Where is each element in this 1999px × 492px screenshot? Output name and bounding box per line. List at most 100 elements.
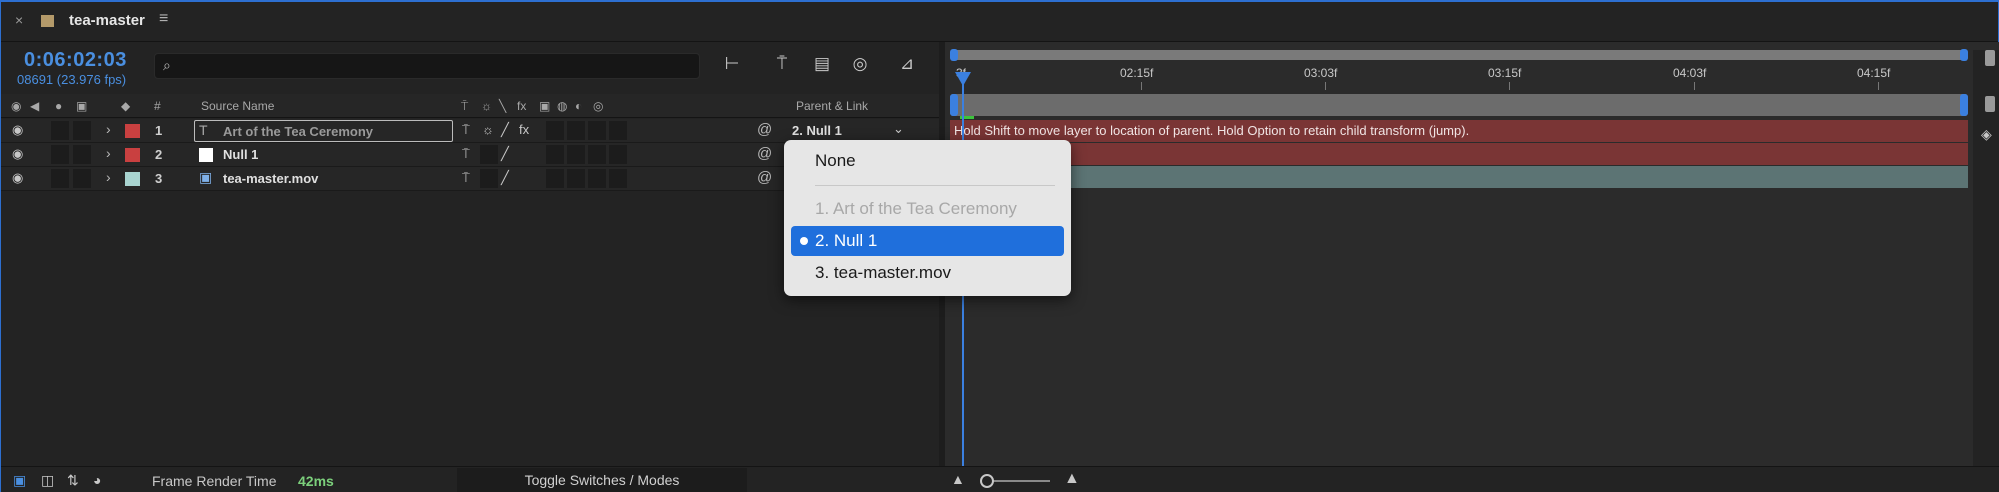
frame-blend-switch[interactable]: [546, 169, 564, 188]
parent-dropdown-value[interactable]: 2. Null 1: [792, 123, 842, 138]
layer-number: 2: [155, 147, 163, 162]
pick-whip-icon[interactable]: @: [757, 145, 772, 162]
quality-switch-icon[interactable]: ╱: [501, 146, 509, 162]
layer-bar[interactable]: [950, 143, 1968, 165]
menu-item-layer-2[interactable]: 2. Null 1: [791, 226, 1064, 256]
switch-header-3d: ◎: [593, 99, 604, 113]
comp-marker-bin-icon[interactable]: [1985, 96, 1995, 112]
twirl-arrow-icon[interactable]: ›: [106, 169, 111, 185]
shy-switch-icon[interactable]: ⍑: [462, 122, 470, 138]
quality-switch-icon[interactable]: ╱: [501, 122, 509, 138]
composition-flowchart-icon[interactable]: ⊢: [719, 54, 745, 76]
layer-name[interactable]: Null 1: [223, 147, 258, 162]
hide-shy-layers-icon[interactable]: ▤: [809, 54, 835, 76]
lock-switch[interactable]: [73, 121, 91, 140]
solo-header-icon[interactable]: ●: [55, 99, 62, 113]
zoom-slider-knob[interactable]: [980, 474, 994, 488]
menu-item-layer-1: 1. Art of the Tea Ceremony: [815, 199, 1017, 218]
shy-switch-icon[interactable]: ⍑: [462, 146, 470, 162]
layer-search-input[interactable]: ⌕: [154, 53, 700, 79]
work-area-start-handle[interactable]: [950, 94, 958, 116]
layer-number-header: #: [154, 99, 161, 113]
audio-switch-header-icon[interactable]: ◀: [30, 99, 39, 113]
frame-blending-icon[interactable]: ◎: [847, 54, 873, 76]
toggle-switches-modes-button[interactable]: Toggle Switches / Modes: [457, 468, 747, 492]
eye-icon[interactable]: ◉: [12, 146, 23, 162]
playhead-icon[interactable]: [955, 72, 971, 86]
in-out-pane-icon[interactable]: ⇅: [67, 472, 79, 489]
collapse-switch[interactable]: [480, 169, 498, 188]
eye-icon[interactable]: ◉: [12, 170, 23, 186]
parent-link-header[interactable]: Parent & Link: [796, 99, 868, 113]
navigator-end-handle[interactable]: [1960, 49, 1968, 61]
frame-blend-switch[interactable]: [546, 121, 564, 140]
layer-name-edit-field[interactable]: T Art of the Tea Ceremony: [194, 120, 453, 142]
layer-label-color[interactable]: [125, 172, 140, 186]
zoom-out-icon[interactable]: ▲: [951, 471, 965, 487]
current-time-display[interactable]: 0:06:02:03: [24, 49, 127, 72]
layer-bar[interactable]: Hold Shift to move layer to location of …: [950, 120, 1968, 142]
zoom-in-icon[interactable]: ▲: [1064, 470, 1080, 488]
switch-header-adjustment: ◐: [575, 99, 583, 113]
eye-icon[interactable]: ◉: [12, 122, 23, 138]
draft-3d-icon[interactable]: ⍑: [769, 54, 795, 76]
layer-name[interactable]: tea-master.mov: [223, 171, 318, 186]
layer-label-color[interactable]: [125, 148, 140, 162]
effects-switch-icon[interactable]: fx: [519, 122, 529, 137]
menu-item-none[interactable]: None: [791, 146, 1064, 176]
time-navigator[interactable]: [950, 49, 1968, 61]
layer-label-color[interactable]: [125, 124, 140, 138]
label-header-icon[interactable]: ◆: [121, 99, 130, 113]
zoom-slider-track[interactable]: [986, 480, 1050, 482]
pick-whip-icon[interactable]: @: [757, 169, 772, 186]
timeline-panel: 3f 02:15f 03:03f 03:15f 04:03f 04:15f Ho…: [939, 42, 1999, 466]
menu-item-layer-3[interactable]: 3. tea-master.mov: [791, 258, 1064, 288]
switch-header-effects: fx: [517, 99, 527, 113]
twirl-arrow-icon[interactable]: ›: [106, 145, 111, 161]
lock-header-icon[interactable]: ▣: [76, 99, 87, 113]
chevron-down-icon[interactable]: ⌄: [893, 121, 904, 137]
text-layer-icon: T: [199, 122, 208, 138]
switch-header-shy: ⍑: [461, 99, 469, 113]
quality-switch-icon[interactable]: ╱: [501, 170, 509, 186]
transfer-controls-pane-icon[interactable]: ◫: [41, 472, 54, 489]
video-switch-header-icon[interactable]: ◉: [11, 99, 21, 113]
adjustment-switch[interactable]: [588, 169, 606, 188]
motion-blur-switch[interactable]: [567, 121, 585, 140]
panel-menu-icon[interactable]: ≡: [159, 10, 168, 28]
navigator-start-handle[interactable]: [950, 49, 958, 61]
3d-switch[interactable]: [609, 145, 627, 164]
solo-switch[interactable]: [51, 145, 69, 164]
graph-editor-icon[interactable]: ⊿: [894, 54, 920, 76]
layer-switches-pane-icon[interactable]: ▣: [13, 472, 26, 489]
render-time-pane-icon[interactable]: ◕: [93, 472, 101, 488]
motion-blur-switch[interactable]: [567, 145, 585, 164]
lock-switch[interactable]: [73, 145, 91, 164]
ruler-label: 04:03f: [1673, 66, 1707, 80]
frame-blend-switch[interactable]: [546, 145, 564, 164]
solo-switch[interactable]: [51, 121, 69, 140]
frame-count-readout: 08691 (23.976 fps): [17, 72, 127, 87]
comp-marker-bin-icon[interactable]: [1985, 50, 1995, 66]
collapse-switch[interactable]: [480, 145, 498, 164]
collapse-switch-icon[interactable]: ☼: [482, 122, 494, 137]
lock-switch[interactable]: [73, 169, 91, 188]
work-area-bar[interactable]: [950, 94, 1968, 116]
adjustment-switch[interactable]: [588, 145, 606, 164]
3d-switch[interactable]: [609, 169, 627, 188]
layer-bar[interactable]: [950, 166, 1968, 188]
pick-whip-target-icon: ◈: [1981, 126, 1992, 142]
solo-switch[interactable]: [51, 169, 69, 188]
source-name-header[interactable]: Source Name: [201, 99, 274, 113]
twirl-arrow-icon[interactable]: ›: [106, 121, 111, 137]
ruler-label: 02:15f: [1120, 66, 1154, 80]
close-tab-icon[interactable]: ×: [15, 12, 23, 28]
motion-blur-switch[interactable]: [567, 169, 585, 188]
3d-switch[interactable]: [609, 121, 627, 140]
composition-tab-title[interactable]: tea-master: [69, 12, 145, 29]
work-area-end-handle[interactable]: [1960, 94, 1968, 116]
pick-whip-icon[interactable]: @: [757, 121, 772, 138]
shy-switch-icon[interactable]: ⍑: [462, 170, 470, 186]
switch-header-collapse: ☼: [481, 99, 492, 113]
adjustment-switch[interactable]: [588, 121, 606, 140]
